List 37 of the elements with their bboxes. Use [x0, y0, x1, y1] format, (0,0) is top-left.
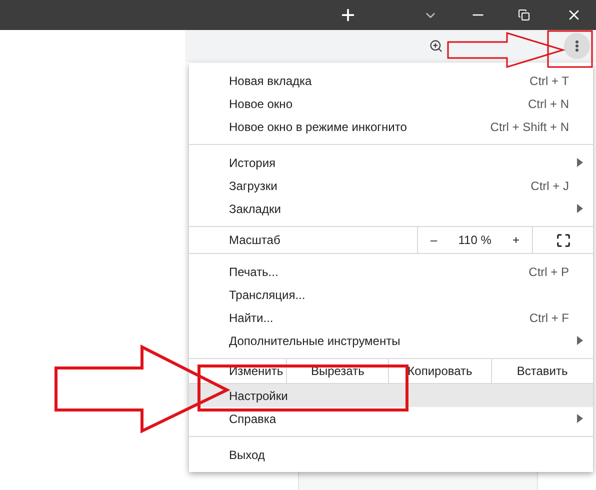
- menu-item[interactable]: Трансляция...: [189, 283, 593, 306]
- submenu-arrow-icon: [577, 414, 583, 423]
- new-tab-icon[interactable]: [339, 6, 357, 24]
- menu-item[interactable]: Печать... Ctrl + P: [189, 260, 593, 283]
- edit-label: Изменить: [189, 359, 287, 383]
- highlight-frame: [547, 30, 593, 68]
- shortcut-text: Ctrl + N: [528, 96, 569, 112]
- shortcut-text: Ctrl + P: [528, 264, 569, 280]
- edit-action-button[interactable]: Вырезать: [287, 359, 390, 383]
- menu-button[interactable]: [564, 33, 590, 59]
- menu-item[interactable]: Новое окно в режиме инкогнито Ctrl + Shift + N: [189, 115, 593, 138]
- shortcut-text: Ctrl + F: [529, 310, 569, 326]
- menu-item[interactable]: Новое окно Ctrl + N: [189, 92, 593, 115]
- submenu-arrow-icon: [577, 158, 583, 167]
- menu-item[interactable]: История: [189, 151, 593, 174]
- menu-item[interactable]: Загрузки Ctrl + J: [189, 174, 593, 197]
- zoom-in-button[interactable]: +: [508, 231, 524, 249]
- menu-item[interactable]: Дополнительные инструменты: [189, 329, 593, 352]
- shortcut-text: Ctrl + Shift + N: [490, 118, 569, 136]
- zoom-icon[interactable]: [429, 39, 443, 53]
- shortcut-text: Ctrl + T: [530, 72, 569, 90]
- submenu-arrow-icon: [577, 204, 583, 213]
- restore-icon[interactable]: [518, 9, 530, 21]
- submenu-arrow-icon: [577, 336, 583, 345]
- zoom-value: 110 %: [458, 232, 492, 249]
- menu-item[interactable]: Выход: [189, 443, 593, 466]
- menu-item[interactable]: Найти... Ctrl + F: [189, 306, 593, 329]
- zoom-label: Масштаб: [228, 232, 282, 249]
- menu-item[interactable]: Справка: [189, 407, 593, 430]
- menu-item[interactable]: Настройки: [189, 384, 593, 407]
- shortcut-text: Ctrl + J: [530, 178, 569, 194]
- zoom-out-button[interactable]: –: [426, 231, 442, 249]
- fullscreen-icon[interactable]: [556, 232, 570, 248]
- edit-action-button[interactable]: Вставить: [492, 359, 593, 383]
- edit-action-button[interactable]: Копировать: [389, 359, 492, 383]
- menu-item[interactable]: Новая вкладка Ctrl + T: [189, 69, 593, 92]
- menu-item[interactable]: Закладки: [189, 197, 593, 220]
